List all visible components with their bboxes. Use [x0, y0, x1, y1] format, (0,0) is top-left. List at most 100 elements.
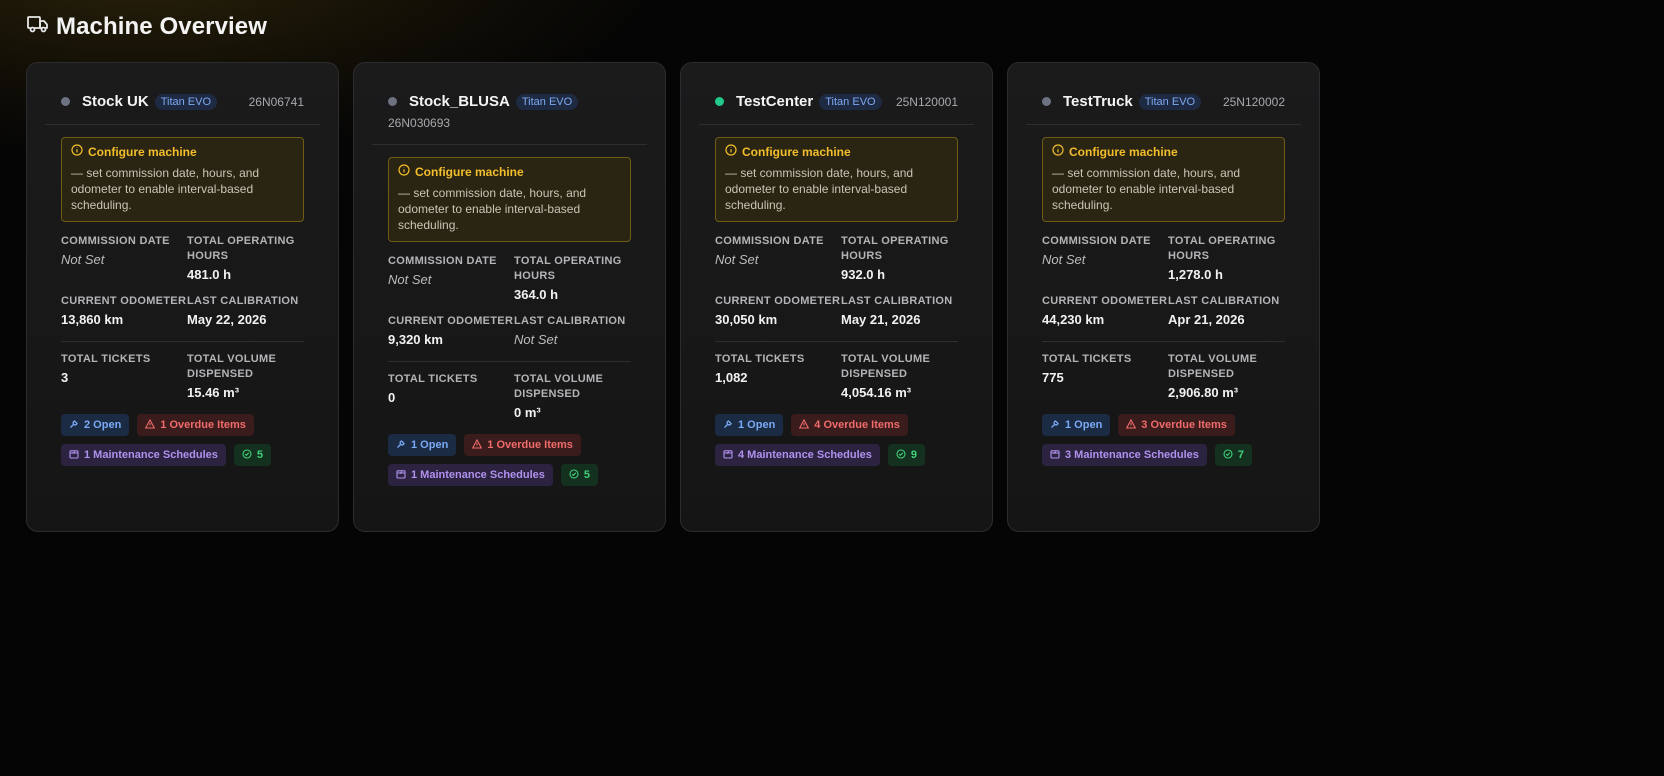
machine-name[interactable]: TestCenter [736, 93, 813, 110]
info-icon [1052, 144, 1064, 159]
maintenance-schedules-text: 4 Maintenance Schedules [738, 449, 872, 461]
serial-number: 26N06741 [248, 94, 304, 109]
configure-machine-text: — set commission date, hours, and odomet… [1052, 166, 1241, 212]
warning-icon [472, 438, 483, 452]
commission-date-label: Commission Date [388, 255, 497, 267]
configure-machine-notice[interactable]: Configure machine — set commission date,… [715, 137, 958, 222]
maintenance-schedules-badge[interactable]: 4 Maintenance Schedules [715, 444, 880, 466]
maintenance-schedules-badge[interactable]: 3 Maintenance Schedules [1042, 444, 1207, 466]
total-tickets-label: Total Tickets [715, 353, 805, 365]
total-tickets-label: Total Tickets [1042, 353, 1132, 365]
configure-machine-text: — set commission date, hours, and odomet… [725, 166, 914, 212]
maintenance-schedules-badge[interactable]: 1 Maintenance Schedules [61, 444, 226, 466]
divider [715, 341, 958, 342]
odometer-value: 44,230 km [1042, 312, 1105, 327]
check-circle-icon [896, 448, 906, 462]
odometer-value: 9,320 km [388, 332, 443, 347]
model-badge: Titan EVO [154, 93, 218, 110]
odometer-value: 13,860 km [61, 312, 124, 327]
odometer-label: Current Odometer [388, 315, 514, 327]
operating-hours-value: 364.0 h [514, 287, 559, 302]
divider [1042, 341, 1285, 342]
completed-count: 5 [583, 469, 591, 481]
configure-machine-link[interactable]: Configure machine [742, 145, 851, 159]
wrench-icon [723, 419, 733, 432]
maintenance-schedules-text: 1 Maintenance Schedules [84, 449, 218, 461]
operating-hours-label: Total Operating Hours [187, 235, 295, 262]
open-tickets-text: 2 Open [84, 419, 122, 431]
completed-badge[interactable]: 5 [233, 444, 272, 466]
check-circle-icon [1223, 448, 1233, 462]
last-calibration-value: May 22, 2026 [187, 312, 267, 327]
operating-hours-label: Total Operating Hours [1168, 235, 1276, 262]
total-tickets-label: Total Tickets [388, 373, 478, 385]
model-badge: Titan EVO [515, 93, 579, 110]
info-icon [398, 164, 410, 179]
odometer-label: Current Odometer [715, 295, 841, 307]
overdue-items-badge[interactable]: 1 Overdue Items [137, 414, 254, 436]
volume-dispensed-label: Total Volume Dispensed [187, 353, 277, 380]
last-calibration-label: Last Calibration [1168, 295, 1280, 307]
overdue-items-badge[interactable]: 4 Overdue Items [791, 414, 908, 436]
odometer-value: 30,050 km [715, 312, 778, 327]
overdue-items-badge[interactable]: 1 Overdue Items [464, 434, 581, 456]
total-tickets-value: 775 [1042, 370, 1064, 385]
volume-dispensed-label: Total Volume Dispensed [514, 373, 604, 400]
serial-number: 26N030693 [388, 116, 451, 130]
last-calibration-value: Not Set [514, 332, 558, 347]
configure-machine-notice[interactable]: Configure machine — set commission date,… [388, 157, 631, 242]
open-tickets-badge[interactable]: 1 Open [388, 434, 457, 456]
model-badge: Titan EVO [1138, 93, 1202, 110]
open-tickets-text: 1 Open [411, 439, 449, 451]
open-tickets-badge[interactable]: 1 Open [1042, 414, 1111, 436]
machine-card[interactable]: Stock_BLUSA Titan EVO 26N030693 Configur… [353, 62, 666, 532]
machine-cards: Stock UK Titan EVO 26N06741 Configure ma… [26, 62, 1320, 532]
status-indicator [715, 97, 724, 106]
operating-hours-value: 932.0 h [841, 267, 886, 282]
commission-date-value: Not Set [1042, 252, 1086, 267]
completed-badge[interactable]: 7 [1214, 444, 1253, 466]
machine-name[interactable]: Stock UK [82, 93, 149, 110]
page-title: Machine Overview [56, 12, 268, 40]
info-icon [71, 144, 83, 159]
card-header: Stock_BLUSA Titan EVO 26N030693 [372, 93, 647, 145]
commission-date-value: Not Set [715, 252, 759, 267]
wrench-icon [396, 439, 406, 452]
calendar-icon [723, 449, 733, 462]
completed-badge[interactable]: 9 [887, 444, 926, 466]
machine-card[interactable]: TestCenter Titan EVO 25N120001 Configure… [680, 62, 993, 532]
total-tickets-label: Total Tickets [61, 353, 151, 365]
check-circle-icon [242, 448, 252, 462]
machine-name[interactable]: TestTruck [1063, 93, 1133, 110]
card-header: Stock UK Titan EVO 26N06741 [45, 93, 320, 125]
maintenance-schedules-badge[interactable]: 1 Maintenance Schedules [388, 464, 553, 486]
volume-dispensed-label: Total Volume Dispensed [841, 353, 931, 380]
warning-icon [1126, 418, 1137, 432]
configure-machine-text: — set commission date, hours, and odomet… [71, 166, 260, 212]
commission-date-label: Commission Date [715, 235, 824, 247]
status-indicator [61, 97, 70, 106]
commission-date-label: Commission Date [61, 235, 170, 247]
maintenance-schedules-text: 1 Maintenance Schedules [411, 469, 545, 481]
completed-badge[interactable]: 5 [560, 464, 599, 486]
volume-dispensed-value: 2,906.80 m³ [1168, 385, 1239, 400]
machine-name[interactable]: Stock_BLUSA [409, 93, 510, 110]
open-tickets-badge[interactable]: 1 Open [715, 414, 784, 436]
configure-machine-notice[interactable]: Configure machine — set commission date,… [1042, 137, 1285, 222]
overdue-items-text: 3 Overdue Items [1141, 419, 1227, 431]
configure-machine-link[interactable]: Configure machine [415, 165, 524, 179]
open-tickets-text: 1 Open [738, 419, 776, 431]
machine-card[interactable]: Stock UK Titan EVO 26N06741 Configure ma… [26, 62, 339, 532]
overdue-items-text: 1 Overdue Items [487, 439, 573, 451]
overdue-items-badge[interactable]: 3 Overdue Items [1118, 414, 1235, 436]
configure-machine-notice[interactable]: Configure machine — set commission date,… [61, 137, 304, 222]
volume-dispensed-label: Total Volume Dispensed [1168, 353, 1258, 380]
configure-machine-link[interactable]: Configure machine [1069, 145, 1178, 159]
configure-machine-link[interactable]: Configure machine [88, 145, 197, 159]
volume-dispensed-value: 4,054.16 m³ [841, 385, 912, 400]
odometer-label: Current Odometer [61, 295, 187, 307]
commission-date-value: Not Set [61, 252, 105, 267]
machine-card[interactable]: TestTruck Titan EVO 25N120002 Configure … [1007, 62, 1320, 532]
open-tickets-badge[interactable]: 2 Open [61, 414, 130, 436]
info-icon [725, 144, 737, 159]
